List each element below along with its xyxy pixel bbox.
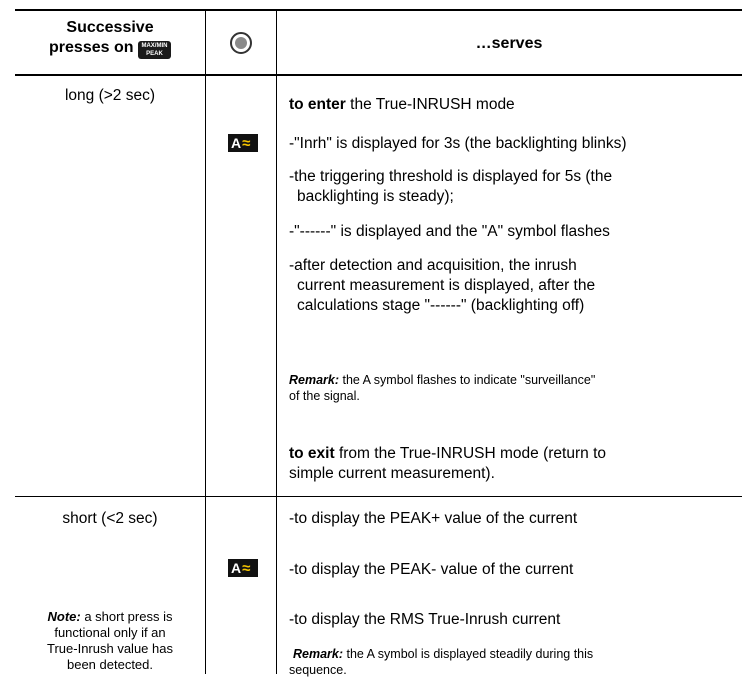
top-border	[15, 9, 742, 11]
a-tilde-mode-icon-2: A≈	[228, 559, 258, 577]
row2-remark: Remark: the A symbol is displayed steadi…	[289, 647, 594, 677]
col-divider-1	[205, 9, 206, 674]
col-divider-2	[276, 9, 277, 674]
row-divider	[15, 496, 742, 497]
row1-step-1: -"Inrh" is displayed for 3s (the backlig…	[289, 135, 627, 152]
row2-item-3: -to display the RMS True-Inrush current	[289, 611, 561, 628]
a-tilde-mode-icon: A≈	[228, 134, 258, 152]
exit-bold: to exit	[289, 445, 335, 462]
row1-step-4c: calculations stage "------" (backlightin…	[297, 297, 585, 314]
row1-step-4b: current measurement is displayed, after …	[297, 277, 596, 294]
row2-press-type: short (<2 sec)	[62, 510, 158, 527]
header-press-column: Successive presses on MAX/MIN PEAK	[15, 18, 205, 59]
row1-step-4a: -after detection and acquisition, the in…	[289, 257, 577, 274]
row1-step-2a: -the triggering threshold is displayed f…	[289, 168, 613, 185]
header-line-1: Successive	[66, 19, 154, 36]
row1-step-2b: backlighting is steady);	[297, 188, 454, 205]
row1-exit: to exit from the True-INRUSH mode (retur…	[289, 445, 606, 482]
header-line-2: presses on MAX/MIN PEAK	[15, 38, 205, 59]
header-bottom-border	[15, 74, 742, 76]
row1-press-type: long (>2 sec)	[64, 87, 156, 104]
remark-label: Remark:	[289, 373, 340, 387]
header-serves-column: …serves	[475, 35, 543, 52]
remark-label-2: Remark:	[293, 647, 344, 661]
row2-note: Note: a short press is functional only i…	[47, 609, 173, 672]
note-label: Note:	[47, 609, 81, 624]
row1-step-3: -"------" is displayed and the "A" symbo…	[289, 223, 610, 240]
row1-remark: Remark: the A symbol flashes to indicate…	[289, 373, 596, 403]
enter-rest: the True-INRUSH mode	[345, 96, 515, 113]
dial-icon	[230, 32, 252, 54]
enter-bold: to enter	[289, 96, 346, 113]
row2-item-2: -to display the PEAK- value of the curre…	[289, 561, 574, 578]
header-presses-on: presses on	[49, 39, 134, 56]
row1-enter: to enter the True-INRUSH mode	[289, 95, 515, 115]
row2-item-1: -to display the PEAK+ value of the curre…	[289, 510, 578, 527]
maxmin-peak-key-icon: MAX/MIN PEAK	[137, 41, 171, 59]
